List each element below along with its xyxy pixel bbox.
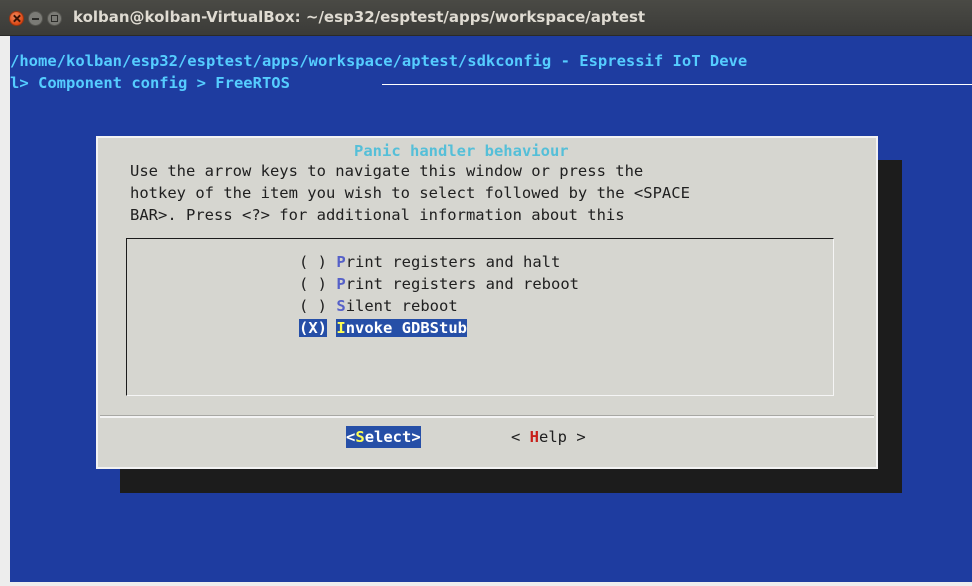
menu-breadcrumb: l> Component config > FreeRTOS bbox=[10, 74, 290, 92]
help-button-hotkey: H bbox=[529, 428, 540, 446]
choice-dialog: Panic handler behaviour Use the arrow ke… bbox=[96, 136, 878, 469]
option-invoke-gdbstub[interactable]: (X) Invoke GDBStub bbox=[299, 317, 468, 339]
help-text-line: hotkey of the item you wish to select fo… bbox=[130, 184, 690, 202]
dialog-title: Panic handler behaviour bbox=[346, 140, 577, 162]
help-button[interactable]: < Help > bbox=[511, 426, 586, 448]
config-path-line: /home/kolban/esp32/esptest/apps/workspac… bbox=[10, 52, 748, 70]
radio-marker: ( ) bbox=[299, 253, 327, 271]
select-button-hotkey: S bbox=[355, 428, 365, 446]
breadcrumb-rule bbox=[382, 84, 972, 85]
option-label: nvoke GDBStub bbox=[345, 319, 468, 337]
radio-marker-selected: (X) bbox=[299, 319, 327, 337]
terminal-window: kolban@kolban-VirtualBox: ~/esp32/esptes… bbox=[0, 0, 972, 586]
close-icon[interactable] bbox=[9, 11, 24, 26]
option-hotkey: P bbox=[336, 275, 346, 293]
minimize-icon[interactable] bbox=[28, 11, 43, 26]
option-label: rint registers and reboot bbox=[345, 275, 579, 293]
radio-marker: ( ) bbox=[299, 297, 327, 315]
select-button-rest: elect> bbox=[364, 428, 421, 446]
select-button-left: < bbox=[346, 428, 356, 446]
option-hotkey: I bbox=[336, 319, 346, 337]
option-print-reboot[interactable]: ( ) Print registers and reboot bbox=[299, 273, 579, 295]
button-separator bbox=[100, 415, 874, 418]
option-silent-reboot[interactable]: ( ) Silent reboot bbox=[299, 295, 458, 317]
help-text-line: BAR>. Press <?> for additional informati… bbox=[130, 206, 625, 224]
select-button[interactable]: <Select> bbox=[346, 426, 421, 448]
option-label: ilent reboot bbox=[345, 297, 458, 315]
option-hotkey: P bbox=[336, 253, 346, 271]
radio-marker: ( ) bbox=[299, 275, 327, 293]
option-hotkey: S bbox=[336, 297, 346, 315]
option-print-halt[interactable]: ( ) Print registers and halt bbox=[299, 251, 560, 273]
options-list: ( ) Print registers and halt ( ) Print r… bbox=[126, 238, 834, 396]
option-label: rint registers and halt bbox=[345, 253, 561, 271]
help-text-line: Use the arrow keys to navigate this wind… bbox=[130, 162, 644, 180]
window-title: kolban@kolban-VirtualBox: ~/esp32/esptes… bbox=[73, 8, 646, 26]
maximize-icon[interactable] bbox=[47, 11, 62, 26]
help-button-left: < bbox=[511, 428, 530, 446]
help-button-rest: elp > bbox=[539, 428, 586, 446]
terminal-area[interactable]: /home/kolban/esp32/esptest/apps/workspac… bbox=[10, 36, 972, 582]
window-titlebar[interactable]: kolban@kolban-VirtualBox: ~/esp32/esptes… bbox=[0, 0, 972, 36]
